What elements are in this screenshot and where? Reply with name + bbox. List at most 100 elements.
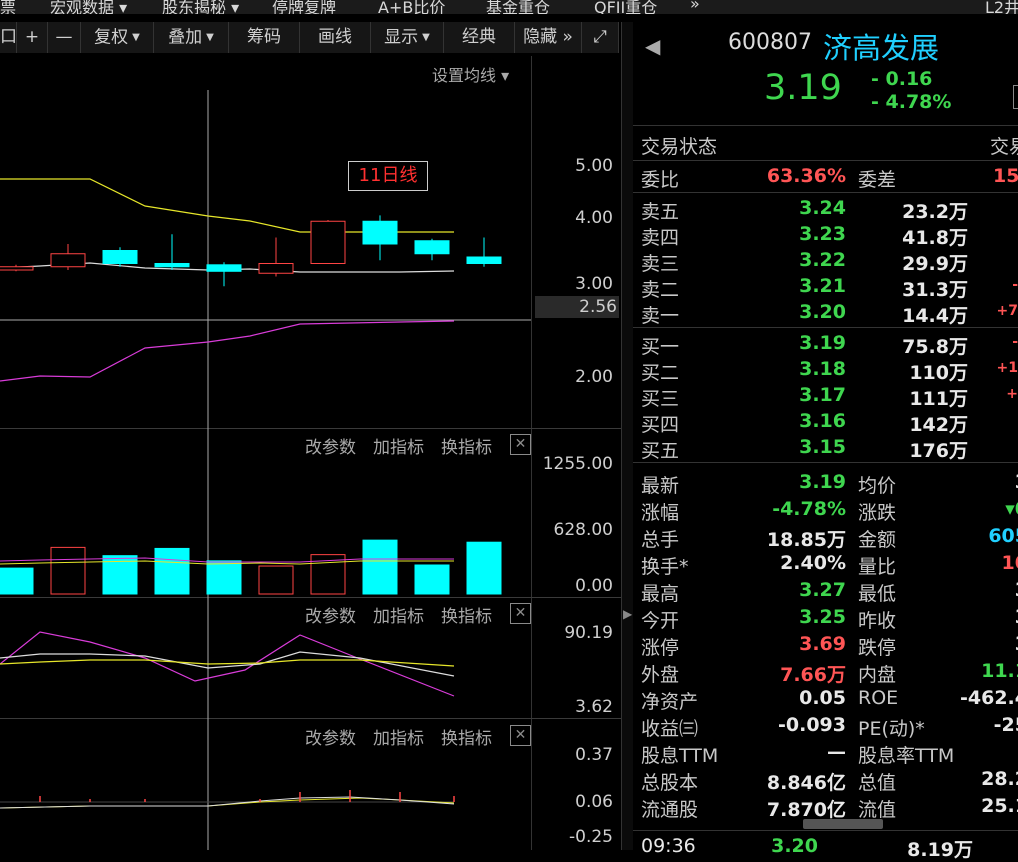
order-price: 3.18 <box>799 358 846 380</box>
candle-body <box>154 263 190 268</box>
stat-value: 2.40% <box>780 552 846 574</box>
overlay-button[interactable]: 叠加 ▼ <box>154 22 229 53</box>
adjust-button[interactable]: 复权 ▼ <box>81 22 154 53</box>
window-button[interactable]: 口 <box>0 22 17 53</box>
order-level-label: 卖四 <box>641 227 680 249</box>
stat-label: 股息TTM <box>641 745 719 767</box>
order-change: +1 <box>996 360 1018 376</box>
stat-label: 金额 <box>858 529 897 551</box>
order-volume: 176万 <box>909 440 968 462</box>
stat-value: 3.19 <box>799 471 846 493</box>
menu-item-shareholders[interactable]: 股东揭秘 ▾ <box>162 0 239 14</box>
kline-chart[interactable] <box>0 56 531 850</box>
menu-item-fund-holdings[interactable]: 基金重仓 <box>486 0 550 14</box>
volume-bar <box>154 547 190 595</box>
candles-group <box>0 215 502 287</box>
stat-value: 605 <box>988 525 1018 547</box>
volume-bar <box>50 546 86 595</box>
stat-label: 涨幅 <box>641 502 680 524</box>
order-price: 3.20 <box>799 301 846 323</box>
order-level-label: 买四 <box>641 414 680 436</box>
tick-time: 09:36 <box>641 835 696 857</box>
draw-line-button[interactable]: 画线 <box>300 22 371 53</box>
menu-item-qfii[interactable]: QFII重仓 <box>594 0 657 14</box>
order-price: 3.15 <box>799 436 846 458</box>
stat-label: ROE <box>858 687 899 709</box>
menu-item-macro[interactable]: 宏观数据 ▾ <box>50 0 127 14</box>
top-menu-bar: 票 宏观数据 ▾ 股东揭秘 ▾ 停牌复牌 A+B比价 基金重仓 QFII重仓 »… <box>0 0 1018 14</box>
volume-bar <box>0 567 34 595</box>
menu-item-suspend[interactable]: 停牌复牌 <box>272 0 336 14</box>
chevron-down-icon: ▼ <box>132 32 140 43</box>
order-level-label: 卖三 <box>641 253 680 275</box>
candle-body <box>50 253 86 268</box>
divider <box>633 125 1018 126</box>
hide-button[interactable]: 隐藏 » <box>515 22 582 53</box>
price-change-pct: - 4.78% <box>871 91 952 113</box>
volume-axis-label: 0.00 <box>575 576 613 596</box>
fullscreen-icon[interactable]: ⤢ <box>582 22 619 53</box>
weicha-value: 15 <box>993 165 1018 187</box>
stat-value: 7.870亿 <box>766 799 846 821</box>
menu-item[interactable]: 票 <box>0 0 16 14</box>
scroll-handle[interactable] <box>803 819 883 829</box>
stat-value: 28.2 <box>981 768 1018 790</box>
classic-button[interactable]: 经典 <box>444 22 515 53</box>
divider <box>633 192 1018 193</box>
stat-value: 7.66万 <box>780 664 846 686</box>
display-button[interactable]: 显示 ▼ <box>371 22 444 53</box>
menu-item-ab-compare[interactable]: A+B比价 <box>378 0 445 14</box>
order-change: - <box>1012 334 1018 350</box>
ma-line-magenta <box>0 320 455 382</box>
order-price: 3.24 <box>799 197 846 219</box>
order-level-label: 买一 <box>641 336 680 358</box>
menu-item-l2[interactable]: L2井 <box>985 0 1018 14</box>
weibi-value: 63.36% <box>766 165 846 187</box>
zoom-in-button[interactable]: + <box>17 22 48 53</box>
kdj-axis-label: 3.62 <box>575 697 613 717</box>
stat-label: 总值 <box>858 772 897 794</box>
stat-label: PE(动)* <box>858 718 925 740</box>
macd-axis-label: -0.25 <box>569 827 613 847</box>
macd-bars-group <box>39 790 455 802</box>
stat-value: -25 <box>993 714 1018 736</box>
order-price: 3.23 <box>799 223 846 245</box>
last-price: 3.19 <box>764 68 842 108</box>
stat-label: 流通股 <box>641 799 699 821</box>
prev-stock-arrow-icon[interactable]: ◀ <box>645 34 660 58</box>
stat-label: 涨跌 <box>858 502 897 524</box>
collapse-arrow-icon[interactable]: ▶ <box>623 607 632 621</box>
stat-label: 涨停 <box>641 637 680 659</box>
stat-label: 净资产 <box>641 691 699 713</box>
stat-value: 3.27 <box>799 579 846 601</box>
stat-label: 内盘 <box>858 664 897 686</box>
divider <box>633 830 1018 831</box>
macd-axis-label: 0.37 <box>575 745 613 765</box>
candle-body <box>0 266 34 271</box>
tick-price: 3.20 <box>771 835 818 857</box>
zoom-out-button[interactable]: — <box>48 22 81 53</box>
stat-label: 收益㈢ <box>641 718 699 740</box>
order-volume: 111万 <box>909 388 968 410</box>
stat-value: 3.25 <box>799 606 846 628</box>
candle-body <box>258 263 294 274</box>
volume-bar <box>258 565 294 595</box>
order-volume: 29.9万 <box>902 253 968 275</box>
stat-value: — <box>827 741 846 763</box>
stat-label: 总股本 <box>641 772 699 794</box>
divider <box>633 327 1018 328</box>
chip-button[interactable]: 筹码 <box>229 22 300 53</box>
stat-label: 流值 <box>858 799 897 821</box>
menu-more-icon[interactable]: » <box>690 0 700 13</box>
order-price: 3.21 <box>799 275 846 297</box>
divider <box>633 160 1018 161</box>
panel-splitter[interactable]: ▶ <box>621 22 633 850</box>
order-price: 3.16 <box>799 410 846 432</box>
crosshair-price-label: 2.56 <box>535 296 619 318</box>
stat-value: 25.1 <box>981 795 1018 817</box>
side-button[interactable] <box>1013 85 1018 109</box>
price-axis-label: 2.00 <box>575 367 613 387</box>
order-volume: 110万 <box>909 362 968 384</box>
candle-body <box>362 220 398 245</box>
tick-volume: 8.19万 <box>907 839 973 861</box>
